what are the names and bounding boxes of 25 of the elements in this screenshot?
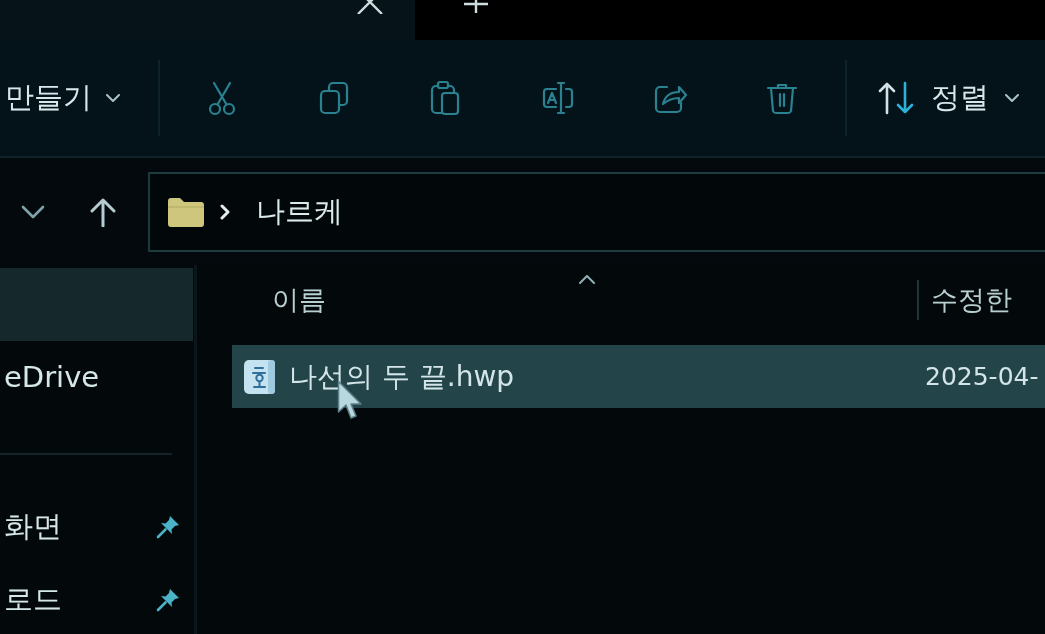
folder-icon bbox=[168, 196, 204, 227]
plus-icon[interactable] bbox=[462, 0, 490, 14]
pin-icon[interactable] bbox=[156, 587, 181, 612]
chevron-down-icon bbox=[106, 93, 120, 103]
column-header[interactable]: 수정한 bbox=[919, 265, 1012, 335]
file-name: 나선의 두 끝.hwp bbox=[289, 358, 515, 395]
new-button[interactable]: 만들기 bbox=[0, 68, 158, 128]
pin-icon[interactable] bbox=[156, 514, 181, 539]
caret-up-icon bbox=[579, 275, 595, 284]
modified-date: 2025-04- bbox=[925, 360, 1039, 393]
nav-item[interactable]: 화면 bbox=[0, 490, 193, 563]
up-arrow-icon[interactable] bbox=[90, 196, 116, 227]
column-header[interactable]: 이름 bbox=[197, 265, 917, 335]
sort-icon bbox=[877, 80, 915, 116]
path-segment[interactable]: 나르케 bbox=[256, 189, 343, 234]
file-row[interactable]: 나선의 두 끝.hwp 2025-04- bbox=[232, 345, 1045, 408]
document-icon bbox=[244, 359, 275, 394]
sort-button[interactable]: 정렬 bbox=[877, 68, 1019, 128]
close-icon[interactable] bbox=[355, 0, 385, 14]
chevron-right-icon bbox=[220, 203, 230, 220]
chevron-down-icon bbox=[1005, 93, 1019, 103]
nav-item[interactable]: 로드 bbox=[0, 563, 193, 634]
address-bar[interactable]: 나르케 bbox=[148, 171, 1045, 252]
nav-item[interactable]: eDrive bbox=[0, 341, 193, 414]
chevron-down-icon[interactable] bbox=[21, 204, 45, 219]
